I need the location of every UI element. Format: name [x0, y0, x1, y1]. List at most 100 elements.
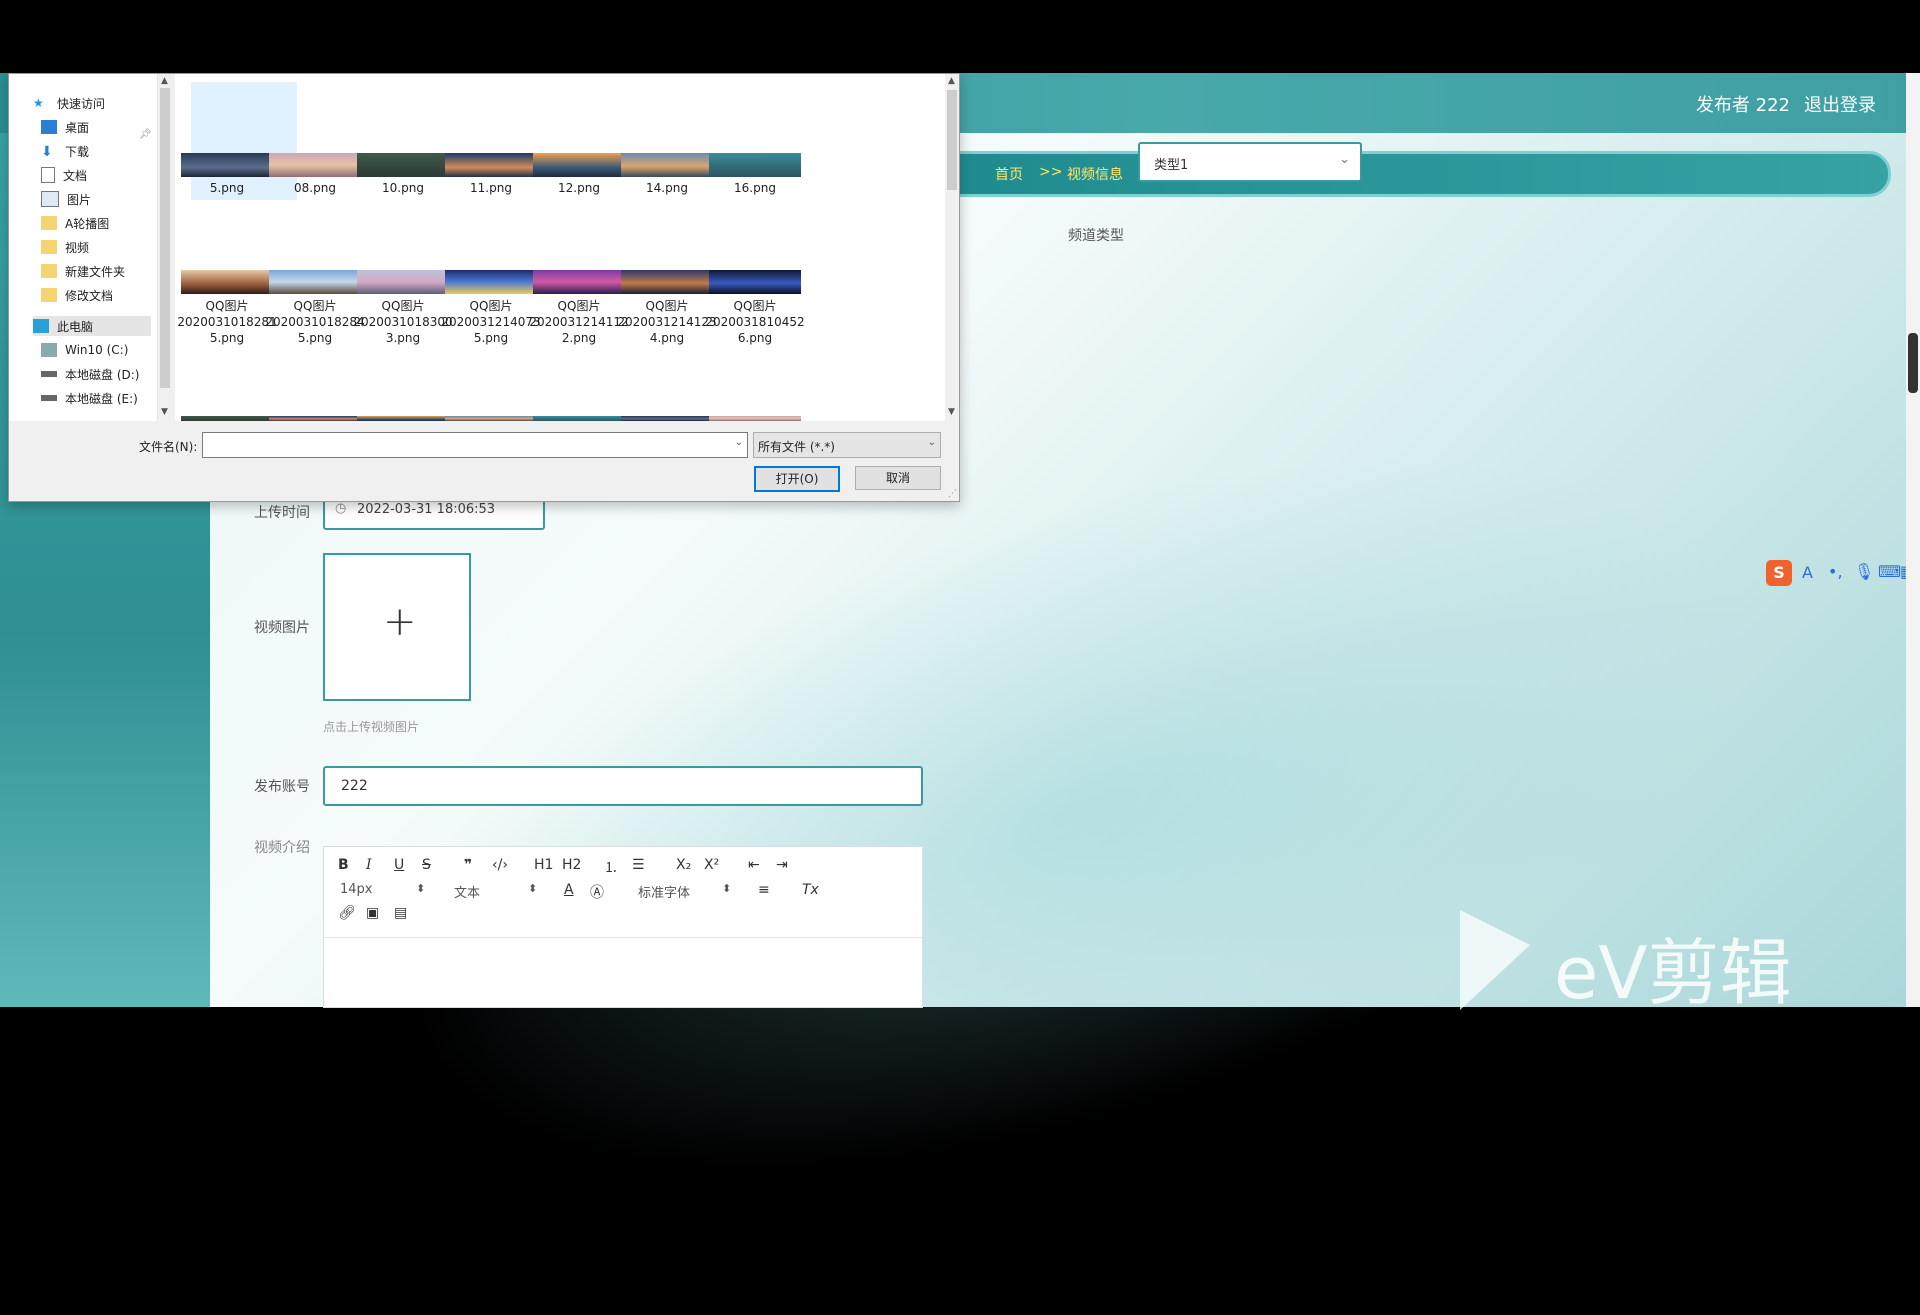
page-scroll-thumb[interactable]	[1908, 333, 1918, 393]
clear-format-icon[interactable]: Tx	[802, 882, 819, 898]
nav-folder-modify[interactable]: 修改文档	[41, 285, 113, 305]
filename-input[interactable]: ⌄	[202, 432, 748, 458]
nav-label: 下载	[65, 144, 90, 159]
nav-desktop[interactable]: 桌面	[41, 117, 89, 137]
file-name[interactable]: 16.png	[701, 180, 809, 196]
scroll-up-icon[interactable]: ▲	[161, 76, 168, 86]
outdent-icon[interactable]: ⇤	[748, 857, 760, 873]
quote-icon[interactable]: ❞	[464, 857, 472, 873]
file-thumbnail-partial[interactable]	[269, 416, 361, 421]
file-open-dialog: ★ 快速访问 桌面 ⬇ 下载 文档 图片 A轮播图 视频 新建文件夹 修改文档 …	[8, 73, 960, 502]
microphone-icon[interactable]: 🎙︎	[1854, 562, 1874, 581]
cancel-button[interactable]: 取消	[855, 466, 941, 490]
align-icon[interactable]: ≡	[758, 882, 770, 898]
nav-documents[interactable]: 文档	[41, 165, 87, 185]
ime-toolbar[interactable]: S A •, 🎙︎ ⌨ ▦	[1766, 560, 1916, 588]
file-thumbnail[interactable]	[445, 153, 537, 177]
scroll-up-icon[interactable]: ▲	[948, 76, 955, 86]
nav-label: 图片	[67, 192, 92, 207]
file-name[interactable]: QQ图片 2020031810452 6.png	[701, 298, 809, 346]
file-thumbnail[interactable]	[269, 270, 361, 294]
code-icon[interactable]: ‹/›	[492, 857, 508, 873]
ime-punct-icon[interactable]: •,	[1828, 562, 1843, 581]
file-thumbnail[interactable]	[709, 270, 801, 294]
drive-icon	[41, 371, 57, 377]
file-thumbnail[interactable]	[621, 270, 713, 294]
file-thumbnail[interactable]	[269, 153, 361, 177]
file-thumbnail[interactable]	[357, 270, 449, 294]
file-thumbnail-partial[interactable]	[445, 416, 537, 421]
drive-icon	[41, 395, 57, 401]
bold-icon[interactable]: B	[338, 857, 349, 873]
subscript-icon[interactable]: X₂	[676, 857, 691, 873]
nav-scroll-thumb[interactable]	[160, 88, 170, 388]
underline-icon[interactable]: U	[394, 857, 404, 873]
nav-downloads[interactable]: ⬇ 下载	[41, 141, 89, 161]
block-format-select[interactable]: 文本	[454, 882, 480, 901]
link-icon[interactable]: 🔗︎	[338, 905, 356, 921]
page-scrollbar[interactable]	[1906, 73, 1920, 1007]
scroll-down-icon[interactable]: ▼	[161, 407, 168, 417]
background-color-icon[interactable]: Ⓐ	[590, 882, 604, 902]
video-image-upload[interactable]: +	[323, 553, 471, 701]
file-scroll-thumb[interactable]	[947, 90, 957, 190]
font-size-caret-icon[interactable]: ⬍	[416, 882, 425, 895]
sogou-ime-icon[interactable]: S	[1766, 560, 1792, 586]
open-button[interactable]: 打开(O)	[754, 466, 840, 492]
nav-quick-access[interactable]: ★ 快速访问	[33, 93, 105, 113]
account-input[interactable]: 222	[323, 766, 923, 806]
italic-icon[interactable]: I	[366, 857, 372, 873]
file-thumbnail[interactable]	[181, 270, 273, 294]
chevron-down-icon: ⌄	[927, 437, 936, 448]
file-thumbnail-partial[interactable]	[533, 416, 625, 421]
nav-folder-video[interactable]: 视频	[41, 237, 89, 257]
channel-select[interactable]: 类型1 ⌄	[1138, 142, 1362, 182]
font-family-caret-icon[interactable]: ⬍	[722, 882, 731, 895]
nav-pictures[interactable]: 图片	[41, 189, 91, 209]
block-format-caret-icon[interactable]: ⬍	[528, 882, 537, 895]
file-thumbnail[interactable]	[621, 153, 713, 177]
resize-grip-icon[interactable]: ⋰	[948, 489, 957, 499]
rich-text-editor[interactable]: B I U S ❞ ‹/› H1 H2 ⒈ ☰ X₂ X² ⇤ ⇥ 14px ⬍…	[323, 846, 923, 1008]
file-thumbnail[interactable]	[445, 270, 537, 294]
superscript-icon[interactable]: X²	[704, 857, 719, 873]
file-thumbnail-partial[interactable]	[709, 416, 801, 421]
nav-drive-d[interactable]: 本地磁盘 (D:)	[41, 364, 139, 384]
file-type-filter[interactable]: 所有文件 (*.*) ⌄	[753, 432, 941, 458]
file-thumbnail[interactable]	[709, 153, 801, 177]
file-thumbnail[interactable]	[181, 153, 273, 177]
file-scrollbar[interactable]: ▲ ▼	[945, 74, 959, 421]
nav-folder-a[interactable]: A轮播图	[41, 213, 109, 233]
font-size-select[interactable]: 14px	[340, 882, 373, 897]
ordered-list-icon[interactable]: ⒈	[604, 857, 618, 877]
keyboard-icon[interactable]: ⌨	[1878, 562, 1901, 581]
font-family-select[interactable]: 标准字体	[638, 882, 690, 901]
heading1-icon[interactable]: H1	[534, 857, 553, 873]
indent-icon[interactable]: ⇥	[776, 857, 788, 873]
navigation-pane: ★ 快速访问 桌面 ⬇ 下载 文档 图片 A轮播图 视频 新建文件夹 修改文档 …	[9, 74, 157, 421]
video-icon[interactable]: ▤	[394, 905, 407, 921]
scroll-down-icon[interactable]: ▼	[948, 407, 955, 417]
publisher-label: 发布者 222	[1695, 95, 1790, 116]
file-thumbnail[interactable]	[533, 270, 625, 294]
file-thumbnail-partial[interactable]	[621, 416, 713, 421]
file-thumbnail[interactable]	[357, 153, 449, 177]
heading2-icon[interactable]: H2	[562, 857, 581, 873]
file-thumbnail-partial[interactable]	[181, 416, 273, 421]
nav-drive-c[interactable]: Win10 (C:)	[41, 340, 128, 360]
bullet-list-icon[interactable]: ☰	[632, 857, 645, 873]
nav-drive-e[interactable]: 本地磁盘 (E:)	[41, 388, 138, 408]
image-icon[interactable]: ▣	[366, 905, 379, 921]
file-thumbnail[interactable]	[533, 153, 625, 177]
chevron-down-icon[interactable]: ⌄	[735, 437, 743, 448]
file-thumbnail-partial[interactable]	[357, 416, 449, 421]
logout-link[interactable]: 退出登录	[1804, 91, 1876, 117]
strikethrough-icon[interactable]: S	[422, 857, 431, 873]
nav-label: Win10 (C:)	[65, 343, 129, 357]
intro-label: 视频介绍	[254, 840, 310, 856]
nav-scrollbar[interactable]: ▲ ▼	[157, 74, 172, 421]
ime-mode-icon[interactable]: A	[1802, 563, 1813, 582]
nav-this-pc[interactable]: 此电脑	[33, 316, 151, 336]
nav-folder-new[interactable]: 新建文件夹	[41, 261, 125, 281]
font-color-icon[interactable]: A	[564, 882, 574, 898]
